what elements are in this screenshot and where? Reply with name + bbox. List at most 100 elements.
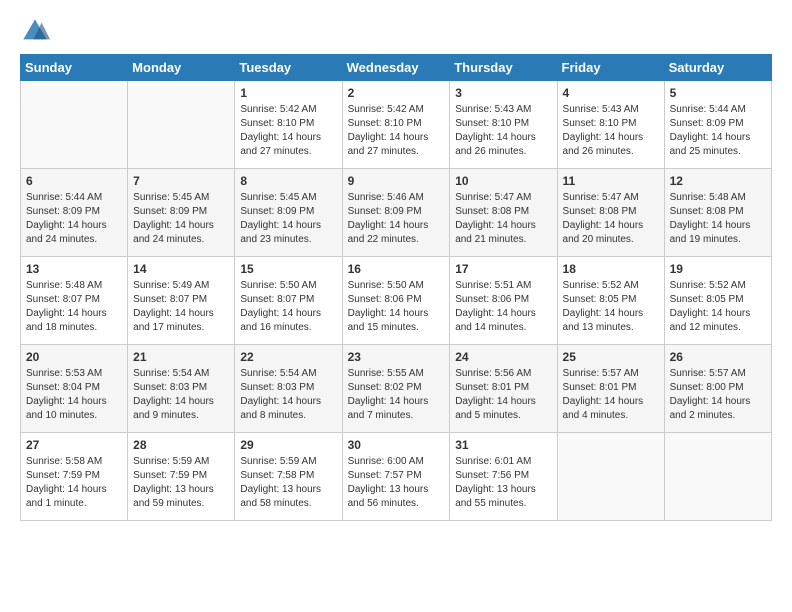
calendar-cell: 30 Sunrise: 6:00 AM Sunset: 7:57 PM Dayli… <box>342 433 450 521</box>
day-number: 30 <box>348 437 445 453</box>
day-number: 25 <box>563 349 659 365</box>
calendar-cell: 3 Sunrise: 5:43 AM Sunset: 8:10 PM Daylig… <box>450 81 557 169</box>
calendar-table: SundayMondayTuesdayWednesdayThursdayFrid… <box>20 54 772 521</box>
day-number: 20 <box>26 349 122 365</box>
cell-content: Sunrise: 5:48 AM Sunset: 8:08 PM Dayligh… <box>670 191 766 247</box>
logo-icon <box>20 16 50 46</box>
calendar-cell: 7 Sunrise: 5:45 AM Sunset: 8:09 PM Daylig… <box>128 169 235 257</box>
cell-content: Sunrise: 5:47 AM Sunset: 8:08 PM Dayligh… <box>455 191 551 247</box>
calendar-header-monday: Monday <box>128 55 235 81</box>
day-number: 6 <box>26 173 122 189</box>
cell-content: Sunrise: 5:58 AM Sunset: 7:59 PM Dayligh… <box>26 455 122 511</box>
calendar-header-friday: Friday <box>557 55 664 81</box>
logo <box>20 16 54 46</box>
calendar-cell <box>21 81 128 169</box>
day-number: 19 <box>670 261 766 277</box>
calendar-cell: 22Sunrise: 5:54 AM Sunset: 8:03 PM Dayli… <box>235 345 342 433</box>
page: SundayMondayTuesdayWednesdayThursdayFrid… <box>0 0 792 612</box>
cell-content: Sunrise: 6:00 AM Sunset: 7:57 PM Dayligh… <box>348 455 445 511</box>
calendar-cell: 11 Sunrise: 5:47 AM Sunset: 8:08 PM Dayli… <box>557 169 664 257</box>
cell-content: Sunrise: 5:43 AM Sunset: 8:10 PM Dayligh… <box>563 103 659 159</box>
calendar-week-2: 6 Sunrise: 5:44 AM Sunset: 8:09 PM Daylig… <box>21 169 772 257</box>
calendar-header-saturday: Saturday <box>664 55 771 81</box>
calendar-cell: 31Sunrise: 6:01 AM Sunset: 7:56 PM Dayli… <box>450 433 557 521</box>
cell-content: Sunrise: 5:42 AM Sunset: 8:10 PM Dayligh… <box>240 103 336 159</box>
calendar-header-row: SundayMondayTuesdayWednesdayThursdayFrid… <box>21 55 772 81</box>
cell-content: Sunrise: 5:45 AM Sunset: 8:09 PM Dayligh… <box>133 191 229 247</box>
calendar-cell: 4 Sunrise: 5:43 AM Sunset: 8:10 PM Daylig… <box>557 81 664 169</box>
calendar-cell: 13Sunrise: 5:48 AM Sunset: 8:07 PM Dayli… <box>21 257 128 345</box>
calendar-cell: 2 Sunrise: 5:42 AM Sunset: 8:10 PM Daylig… <box>342 81 450 169</box>
day-number: 27 <box>26 437 122 453</box>
calendar-cell: 9 Sunrise: 5:46 AM Sunset: 8:09 PM Daylig… <box>342 169 450 257</box>
calendar-cell: 23 Sunrise: 5:55 AM Sunset: 8:02 PM Dayli… <box>342 345 450 433</box>
cell-content: Sunrise: 5:45 AM Sunset: 8:09 PM Dayligh… <box>240 191 336 247</box>
calendar-cell: 5 Sunrise: 5:44 AM Sunset: 8:09 PM Daylig… <box>664 81 771 169</box>
calendar-cell: 14Sunrise: 5:49 AM Sunset: 8:07 PM Dayli… <box>128 257 235 345</box>
day-number: 17 <box>455 261 551 277</box>
calendar-cell: 29 Sunrise: 5:59 AM Sunset: 7:58 PM Dayli… <box>235 433 342 521</box>
cell-content: Sunrise: 5:52 AM Sunset: 8:05 PM Dayligh… <box>670 279 766 335</box>
day-number: 8 <box>240 173 336 189</box>
calendar-cell: 15 Sunrise: 5:50 AM Sunset: 8:07 PM Dayli… <box>235 257 342 345</box>
calendar-header-wednesday: Wednesday <box>342 55 450 81</box>
cell-content: Sunrise: 5:55 AM Sunset: 8:02 PM Dayligh… <box>348 367 445 423</box>
day-number: 28 <box>133 437 229 453</box>
day-number: 21 <box>133 349 229 365</box>
calendar-header-tuesday: Tuesday <box>235 55 342 81</box>
calendar-cell: 25 Sunrise: 5:57 AM Sunset: 8:01 PM Dayli… <box>557 345 664 433</box>
day-number: 4 <box>563 85 659 101</box>
cell-content: Sunrise: 5:54 AM Sunset: 8:03 PM Dayligh… <box>133 367 229 423</box>
cell-content: Sunrise: 5:57 AM Sunset: 8:01 PM Dayligh… <box>563 367 659 423</box>
calendar-cell: 18 Sunrise: 5:52 AM Sunset: 8:05 PM Dayli… <box>557 257 664 345</box>
day-number: 23 <box>348 349 445 365</box>
cell-content: Sunrise: 5:50 AM Sunset: 8:07 PM Dayligh… <box>240 279 336 335</box>
day-number: 5 <box>670 85 766 101</box>
calendar-cell: 20Sunrise: 5:53 AM Sunset: 8:04 PM Dayli… <box>21 345 128 433</box>
header <box>20 16 772 46</box>
cell-content: Sunrise: 5:51 AM Sunset: 8:06 PM Dayligh… <box>455 279 551 335</box>
day-number: 12 <box>670 173 766 189</box>
day-number: 26 <box>670 349 766 365</box>
day-number: 3 <box>455 85 551 101</box>
day-number: 2 <box>348 85 445 101</box>
day-number: 18 <box>563 261 659 277</box>
cell-content: Sunrise: 5:43 AM Sunset: 8:10 PM Dayligh… <box>455 103 551 159</box>
day-number: 10 <box>455 173 551 189</box>
cell-content: Sunrise: 5:59 AM Sunset: 7:59 PM Dayligh… <box>133 455 229 511</box>
cell-content: Sunrise: 5:52 AM Sunset: 8:05 PM Dayligh… <box>563 279 659 335</box>
day-number: 11 <box>563 173 659 189</box>
calendar-cell: 24 Sunrise: 5:56 AM Sunset: 8:01 PM Dayli… <box>450 345 557 433</box>
cell-content: Sunrise: 5:42 AM Sunset: 8:10 PM Dayligh… <box>348 103 445 159</box>
calendar-cell: 27 Sunrise: 5:58 AM Sunset: 7:59 PM Dayli… <box>21 433 128 521</box>
cell-content: Sunrise: 5:44 AM Sunset: 8:09 PM Dayligh… <box>26 191 122 247</box>
calendar-cell <box>128 81 235 169</box>
cell-content: Sunrise: 5:54 AM Sunset: 8:03 PM Dayligh… <box>240 367 336 423</box>
calendar-cell: 10 Sunrise: 5:47 AM Sunset: 8:08 PM Dayli… <box>450 169 557 257</box>
cell-content: Sunrise: 5:59 AM Sunset: 7:58 PM Dayligh… <box>240 455 336 511</box>
cell-content: Sunrise: 5:44 AM Sunset: 8:09 PM Dayligh… <box>670 103 766 159</box>
day-number: 7 <box>133 173 229 189</box>
calendar-cell <box>557 433 664 521</box>
calendar-cell: 28 Sunrise: 5:59 AM Sunset: 7:59 PM Dayli… <box>128 433 235 521</box>
calendar-cell <box>664 433 771 521</box>
calendar-cell: 26Sunrise: 5:57 AM Sunset: 8:00 PM Dayli… <box>664 345 771 433</box>
day-number: 14 <box>133 261 229 277</box>
cell-content: Sunrise: 5:48 AM Sunset: 8:07 PM Dayligh… <box>26 279 122 335</box>
calendar-cell: 6 Sunrise: 5:44 AM Sunset: 8:09 PM Daylig… <box>21 169 128 257</box>
cell-content: Sunrise: 5:50 AM Sunset: 8:06 PM Dayligh… <box>348 279 445 335</box>
day-number: 9 <box>348 173 445 189</box>
calendar-week-3: 13Sunrise: 5:48 AM Sunset: 8:07 PM Dayli… <box>21 257 772 345</box>
calendar-cell: 8 Sunrise: 5:45 AM Sunset: 8:09 PM Daylig… <box>235 169 342 257</box>
day-number: 24 <box>455 349 551 365</box>
calendar-cell: 17 Sunrise: 5:51 AM Sunset: 8:06 PM Dayli… <box>450 257 557 345</box>
cell-content: Sunrise: 5:46 AM Sunset: 8:09 PM Dayligh… <box>348 191 445 247</box>
calendar-cell: 12 Sunrise: 5:48 AM Sunset: 8:08 PM Dayli… <box>664 169 771 257</box>
calendar-cell: 16Sunrise: 5:50 AM Sunset: 8:06 PM Dayli… <box>342 257 450 345</box>
calendar-cell: 19 Sunrise: 5:52 AM Sunset: 8:05 PM Dayli… <box>664 257 771 345</box>
cell-content: Sunrise: 5:56 AM Sunset: 8:01 PM Dayligh… <box>455 367 551 423</box>
calendar-week-4: 20Sunrise: 5:53 AM Sunset: 8:04 PM Dayli… <box>21 345 772 433</box>
day-number: 29 <box>240 437 336 453</box>
cell-content: Sunrise: 5:47 AM Sunset: 8:08 PM Dayligh… <box>563 191 659 247</box>
day-number: 15 <box>240 261 336 277</box>
